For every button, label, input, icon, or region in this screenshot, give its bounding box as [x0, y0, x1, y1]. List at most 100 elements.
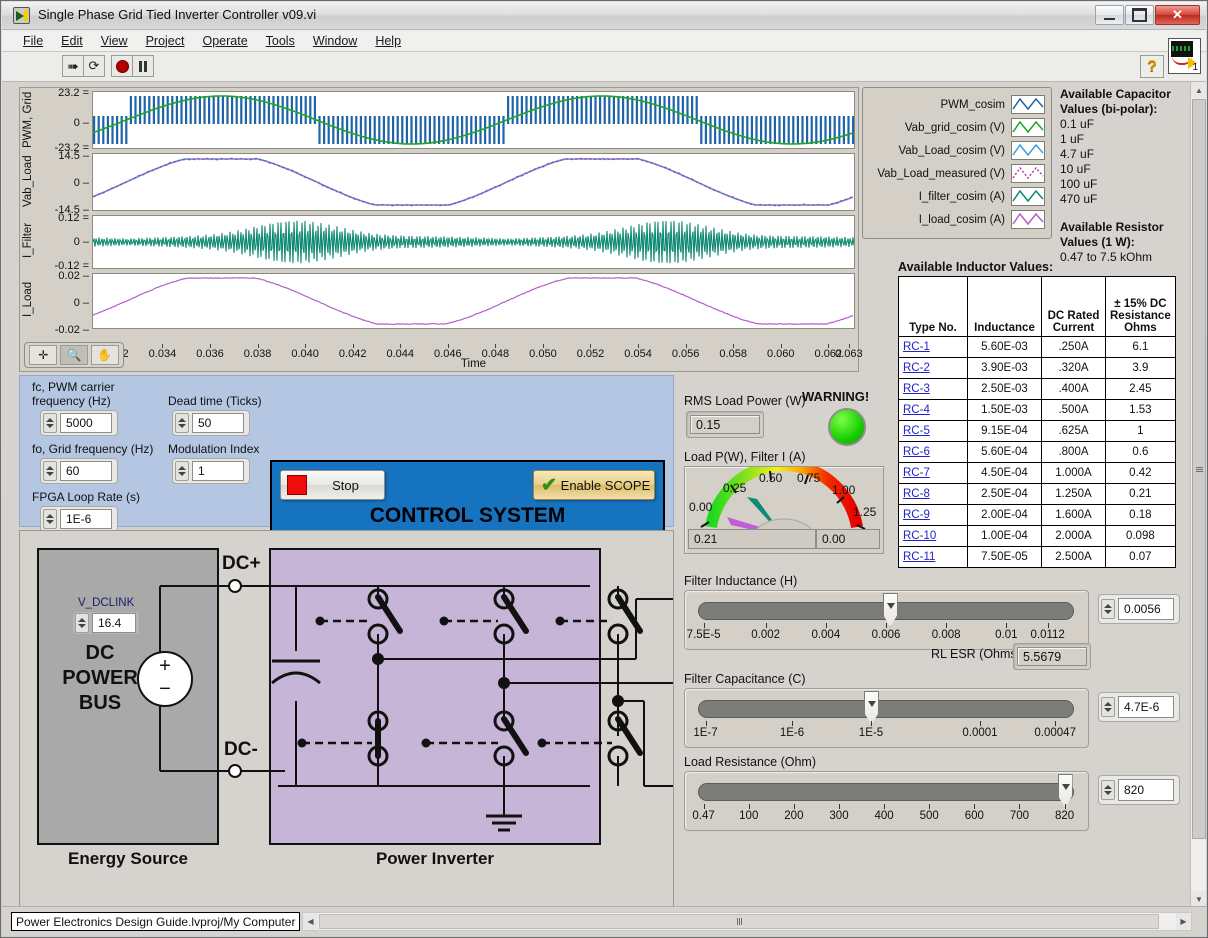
legend-row[interactable]: Vab_grid_cosim (V)	[869, 116, 1045, 139]
spinner-icon[interactable]	[43, 509, 57, 529]
load-power-filter-current-gauge[interactable]: 0.00 0.25 0.50 0.75 1.00 1.25 0.21 0.00	[684, 466, 884, 554]
modulation-index-input[interactable]: 1	[172, 458, 250, 484]
inductor-type-link[interactable]: RC-11	[899, 547, 968, 568]
inductor-type-link[interactable]: RC-5	[899, 421, 968, 442]
spinner-icon[interactable]	[1101, 599, 1115, 619]
zoom-icon[interactable]: 🔍	[60, 345, 88, 365]
inductor-type-link[interactable]: RC-6	[899, 442, 968, 463]
modulation-index-value[interactable]: 1	[192, 461, 244, 481]
plot-pwm-grid[interactable]	[92, 91, 855, 149]
fpga-loop-rate-input[interactable]: 1E-6	[40, 506, 118, 532]
spinner-icon[interactable]	[43, 413, 57, 433]
enable-scope-button[interactable]: ✔ Enable SCOPE	[533, 470, 655, 500]
menu-project[interactable]: Project	[137, 32, 194, 50]
vertical-scrollbar[interactable]: ▲ ▼	[1190, 82, 1206, 907]
inductor-type-link[interactable]: RC-4	[899, 400, 968, 421]
fo-value[interactable]: 60	[60, 461, 112, 481]
spinner-icon[interactable]	[175, 461, 189, 481]
menu-help[interactable]: Help	[366, 32, 410, 50]
ohms-cell: 6.1	[1106, 337, 1176, 358]
gauge-readout-right: 0.00	[816, 529, 880, 549]
inductor-type-link[interactable]: RC-1	[899, 337, 968, 358]
legend-swatch[interactable]	[1011, 210, 1045, 229]
legend-row[interactable]: I_load_cosim (A)	[869, 208, 1045, 231]
legend-swatch[interactable]	[1011, 95, 1045, 114]
horizontal-scrollbar[interactable]: ◀ ▶	[302, 912, 1192, 931]
maximize-button[interactable]	[1125, 5, 1154, 25]
toolbar: ➠ ⟳ ? 1	[2, 52, 1206, 82]
scroll-thumb[interactable]	[319, 914, 1159, 929]
abort-stop-icon[interactable]	[111, 55, 133, 77]
dead-time-input[interactable]: 50	[172, 410, 250, 436]
inductor-type-link[interactable]: RC-8	[899, 484, 968, 505]
fpga-value[interactable]: 1E-6	[60, 509, 112, 529]
legend-swatch[interactable]	[1011, 187, 1045, 206]
scroll-thumb[interactable]	[1192, 99, 1206, 839]
legend-row[interactable]: I_filter_cosim (A)	[869, 185, 1045, 208]
spinner-icon[interactable]	[175, 413, 189, 433]
pan-hand-icon[interactable]: ✋	[91, 345, 119, 365]
waveform-graph[interactable]: PWM, Grid Vab_Load I_Filter I_Load 23.2 …	[19, 87, 859, 372]
load-resistance-input[interactable]: 820	[1098, 775, 1180, 805]
scroll-left-arrow-icon[interactable]: ◀	[303, 913, 318, 930]
menu-window[interactable]: Window	[304, 32, 366, 50]
filter-capacitance-slider[interactable]: 1E-7 1E-6 1E-5 0.0001 0.00047	[684, 688, 1089, 748]
legend-swatch[interactable]	[1011, 118, 1045, 137]
menu-file[interactable]: File	[14, 32, 52, 50]
stop-button-label: Stop	[307, 478, 384, 493]
close-button[interactable]: ✕	[1155, 5, 1200, 25]
plot-i-load[interactable]	[92, 273, 855, 329]
filter-inductance-input[interactable]: 0.0056	[1098, 594, 1180, 624]
spinner-icon[interactable]	[1101, 697, 1115, 717]
spinner-icon[interactable]	[75, 613, 89, 633]
scroll-right-arrow-icon[interactable]: ▶	[1176, 913, 1191, 930]
plot-legend[interactable]: PWM_cosim Vab_grid_cosim (V) Vab_Load_cosi…	[862, 87, 1052, 239]
inductor-type-link[interactable]: RC-9	[899, 505, 968, 526]
scroll-down-arrow-icon[interactable]: ▼	[1191, 891, 1206, 907]
warning-label: WARNING!	[802, 389, 869, 404]
plot-vab-load[interactable]	[92, 153, 855, 211]
fc-value[interactable]: 5000	[60, 413, 112, 433]
fo-grid-frequency-input[interactable]: 60	[40, 458, 118, 484]
menu-edit[interactable]: Edit	[52, 32, 92, 50]
filter-inductance-value[interactable]: 0.0056	[1118, 598, 1174, 620]
fc-pwm-carrier-frequency-input[interactable]: 5000	[40, 410, 118, 436]
load-resistance-value[interactable]: 820	[1118, 779, 1174, 801]
slider-thumb[interactable]	[883, 593, 898, 627]
inductor-type-link[interactable]: RC-10	[899, 526, 968, 547]
crosshair-cursor-icon[interactable]: ✛	[29, 345, 57, 365]
spinner-icon[interactable]	[1101, 780, 1115, 800]
legend-row[interactable]: Vab_Load_measured (V)	[869, 162, 1045, 185]
plot-i-filter[interactable]	[92, 215, 855, 269]
menu-operate[interactable]: Operate	[193, 32, 256, 50]
load-resistance-slider[interactable]: 0.47 100 200 300 400 500 600 700 820	[684, 771, 1089, 831]
ohms-cell: 3.9	[1106, 358, 1176, 379]
menu-tools[interactable]: Tools	[257, 32, 304, 50]
v-dclink-input[interactable]: 16.4	[72, 611, 140, 635]
filter-inductance-slider[interactable]: 7.5E-5 0.002 0.004 0.006 0.008 0.01 0.0112	[684, 590, 1089, 650]
slider-thumb[interactable]	[864, 691, 879, 725]
vi-connector-icon[interactable]: 1	[1168, 38, 1201, 74]
inductor-type-link[interactable]: RC-3	[899, 379, 968, 400]
slider-thumb[interactable]	[1058, 774, 1073, 808]
run-continuously-icon[interactable]: ⟳	[83, 55, 105, 77]
inductor-type-link[interactable]: RC-2	[899, 358, 968, 379]
legend-row[interactable]: Vab_Load_cosim (V)	[869, 139, 1045, 162]
graph-palette[interactable]: ✛ 🔍 ✋	[24, 342, 124, 368]
inductor-type-link[interactable]: RC-7	[899, 463, 968, 484]
pause-icon[interactable]	[132, 55, 154, 77]
stop-button[interactable]: Stop	[280, 470, 385, 500]
menu-view[interactable]: View	[92, 32, 137, 50]
minimize-button[interactable]	[1095, 5, 1124, 25]
legend-swatch[interactable]	[1011, 164, 1045, 183]
legend-row[interactable]: PWM_cosim	[869, 93, 1045, 116]
filter-capacitance-input[interactable]: 4.7E-6	[1098, 692, 1180, 722]
dead-time-value[interactable]: 50	[192, 413, 244, 433]
help-icon[interactable]: ?	[1140, 55, 1164, 78]
scroll-up-arrow-icon[interactable]: ▲	[1191, 82, 1206, 98]
legend-swatch[interactable]	[1011, 141, 1045, 160]
filter-capacitance-value[interactable]: 4.7E-6	[1118, 696, 1174, 718]
v-dclink-value[interactable]: 16.4	[92, 613, 136, 633]
run-arrow-icon[interactable]: ➠	[62, 55, 84, 77]
spinner-icon[interactable]	[43, 461, 57, 481]
